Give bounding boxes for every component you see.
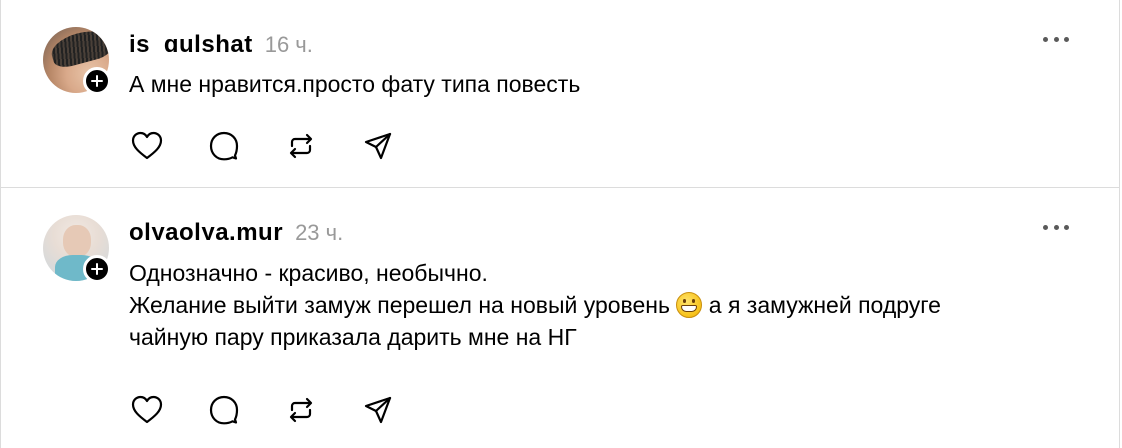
username[interactable]: is_gulshat — [129, 28, 253, 52]
plus-icon — [91, 75, 103, 87]
comment-header: is_gulshat 16 ч. — [129, 28, 313, 58]
action-bar — [129, 128, 437, 164]
share-button[interactable] — [360, 392, 396, 428]
comment-item: is_gulshat 16 ч. А мне нравится.просто ф… — [1, 0, 1119, 188]
comment-text: Однозначно - красиво, необычно. Желание … — [129, 257, 1079, 353]
timestamp: 16 ч. — [264, 32, 313, 57]
timestamp: 23 ч. — [295, 220, 344, 245]
grimacing-face-icon — [676, 292, 703, 318]
send-icon — [364, 396, 392, 424]
like-button[interactable] — [129, 128, 165, 164]
comment-line: А мне нравится.просто фату типа повесть — [129, 71, 581, 97]
like-button[interactable] — [129, 392, 165, 428]
send-icon — [364, 132, 392, 160]
avatar-wrap[interactable] — [43, 215, 111, 283]
follow-button[interactable] — [83, 67, 111, 95]
comment-item: olyaolya.mur 23 ч. Однозначно - красиво,… — [1, 188, 1119, 448]
heart-icon — [131, 131, 163, 160]
more-dots-icon — [1043, 224, 1048, 230]
repost-button[interactable] — [283, 128, 319, 164]
comments-feed: is_gulshat 16 ч. А мне нравится.просто ф… — [0, 0, 1120, 448]
speech-bubble-icon — [209, 395, 239, 425]
comment-text: А мне нравится.просто фату типа повесть — [129, 68, 1079, 100]
comment-line-part: а я замужней подруге — [708, 292, 941, 318]
follow-button[interactable] — [83, 255, 111, 283]
action-bar — [129, 392, 437, 428]
repost-icon — [289, 397, 313, 423]
comment-line: чайную пару приказала дарить мне на НГ — [129, 324, 577, 350]
avatar-wrap[interactable] — [43, 27, 111, 95]
reply-button[interactable] — [206, 128, 242, 164]
comment-line: Однозначно - красиво, необычно. — [129, 260, 488, 286]
repost-button[interactable] — [283, 392, 319, 428]
username[interactable]: olyaolya.mur — [129, 216, 283, 240]
speech-bubble-icon — [209, 131, 239, 161]
comment-header: olyaolya.mur 23 ч. — [129, 216, 343, 246]
comment-line-part: Желание выйти замуж перешел на новый уро… — [129, 292, 670, 318]
more-dots-icon — [1043, 36, 1048, 42]
more-options-button[interactable] — [1043, 34, 1069, 44]
more-options-button[interactable] — [1043, 222, 1069, 232]
comment-line: Желание выйти замуж перешел на новый уро… — [129, 289, 1079, 321]
heart-icon — [131, 395, 163, 424]
repost-icon — [289, 133, 313, 159]
plus-icon — [91, 263, 103, 275]
reply-button[interactable] — [206, 392, 242, 428]
share-button[interactable] — [360, 128, 396, 164]
